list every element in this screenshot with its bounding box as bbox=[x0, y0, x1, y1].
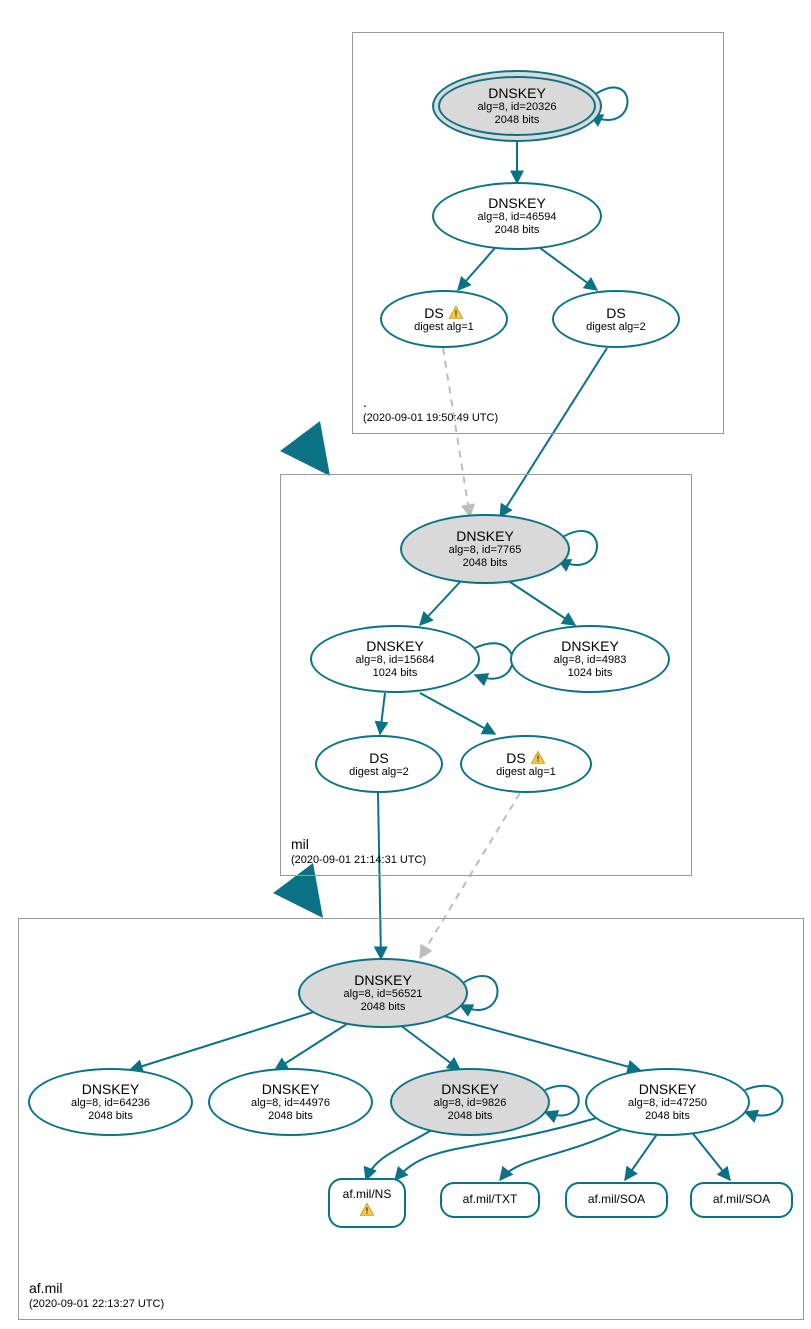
warning-icon bbox=[448, 305, 464, 321]
node-root-ds-alg2: DS digest alg=2 bbox=[552, 290, 680, 348]
node-af-dnskey-47250: DNSKEY alg=8, id=47250 2048 bits bbox=[585, 1068, 750, 1136]
node-af-ksk: DNSKEY alg=8, id=56521 2048 bits bbox=[298, 958, 468, 1028]
node-af-dnskey-9826: DNSKEY alg=8, id=9826 2048 bits bbox=[390, 1068, 550, 1136]
node-af-dnskey-64236: DNSKEY alg=8, id=64236 2048 bits bbox=[28, 1068, 193, 1136]
node-mil-zsk-4983: DNSKEY alg=8, id=4983 1024 bits bbox=[510, 625, 670, 693]
record-af-soa-1: af.mil/SOA bbox=[565, 1182, 668, 1218]
node-root-zsk: DNSKEY alg=8, id=46594 2048 bits bbox=[432, 182, 602, 250]
node-root-ds-alg1: DS digest alg=1 bbox=[380, 290, 508, 348]
node-mil-ksk: DNSKEY alg=8, id=7765 2048 bits bbox=[400, 514, 570, 584]
node-mil-zsk-15684: DNSKEY alg=8, id=15684 1024 bits bbox=[310, 625, 480, 693]
zone-afmil-label: af.mil (2020-09-01 22:13:27 UTC) bbox=[29, 1279, 164, 1311]
node-mil-ds-alg1: DS digest alg=1 bbox=[460, 735, 592, 793]
record-af-txt: af.mil/TXT bbox=[440, 1182, 540, 1218]
zone-mil-label: mil (2020-09-01 21:14:31 UTC) bbox=[291, 835, 426, 867]
warning-icon bbox=[359, 1202, 375, 1218]
warning-icon bbox=[530, 750, 546, 766]
record-af-soa-2: af.mil/SOA bbox=[690, 1182, 793, 1218]
node-af-dnskey-44976: DNSKEY alg=8, id=44976 2048 bits bbox=[208, 1068, 373, 1136]
node-mil-ds-alg2: DS digest alg=2 bbox=[315, 735, 443, 793]
node-root-ksk: DNSKEY alg=8, id=20326 2048 bits bbox=[432, 70, 602, 142]
record-af-ns: af.mil/NS bbox=[328, 1178, 406, 1228]
zone-root-label: . (2020-09-01 19:50:49 UTC) bbox=[363, 393, 498, 425]
